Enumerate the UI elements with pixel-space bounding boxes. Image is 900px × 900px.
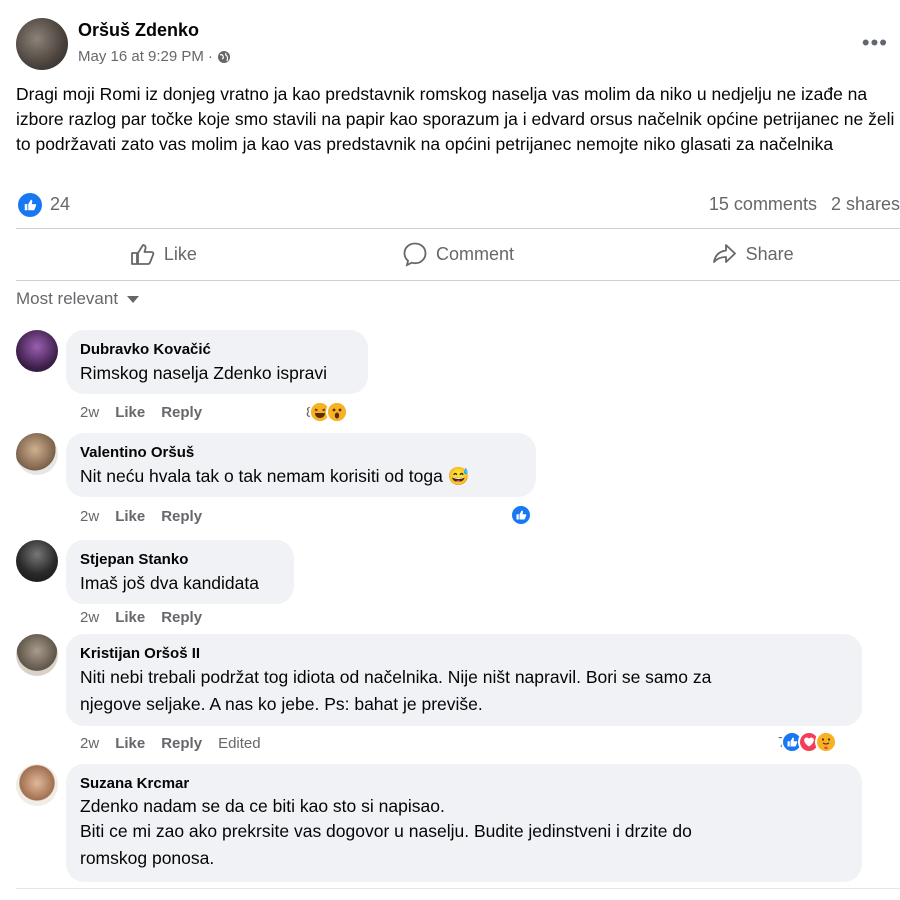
divider-top [16,228,900,229]
globe-icon [217,50,231,64]
comment-item: Suzana Krcmar Zdenko nadam se da ce biti… [16,764,900,884]
comment-like-button[interactable]: Like [115,609,145,626]
comment-bubble: Dubravko Kovačić Rimskog naselja Zdenko … [66,330,368,394]
comment-item: Stjepan Stanko Imaš još dva kandidata 2w… [16,540,900,632]
post-author[interactable]: Oršuš Zdenko [78,20,199,41]
comment-bubble: Valentino Oršuš Nit neću hvala tak o tak… [66,433,536,497]
comment-reactions[interactable]: 8 [306,401,349,423]
comment-actions: 2w Like Reply Edited [80,735,261,752]
comment-bubble: Stjepan Stanko Imaš još dva kandidata [66,540,294,604]
comment-reply-button[interactable]: Reply [161,609,202,626]
comment-actions: 2w Like Reply [80,508,202,525]
like-button[interactable]: Like [16,234,311,274]
comments-count[interactable]: 15 comments [709,194,817,215]
commenter-avatar[interactable] [16,433,58,475]
comment-item: Valentino Oršuš Nit neću hvala tak o tak… [16,433,900,533]
comment-text-line: Biti ce mi zao ako prekrsite vas dogovor… [80,821,692,841]
comment-bubble: Kristijan Oršoš II Niti nebi trebali pod… [66,634,862,726]
comment-sort-dropdown[interactable]: Most relevant [16,289,140,309]
feed-bottom-divider [16,888,900,889]
commenter-name[interactable]: Suzana Krcmar [80,774,846,794]
comment-reactions[interactable]: 7 [778,731,838,753]
comment-text: Rimskog naselja Zdenko ispravi [80,363,328,383]
like-reaction-icon[interactable] [18,193,42,217]
share-button[interactable]: Share [605,234,900,274]
comment-actions: 2w Like Reply [80,404,202,421]
like-reaction-icon [510,504,532,526]
comment-bubble: Suzana Krcmar Zdenko nadam se da ce biti… [66,764,862,882]
meta-separator: · [207,48,213,65]
comment-item: Kristijan Oršoš II Niti nebi trebali pod… [16,634,900,756]
post-meta: May 16 at 9:29 PM · [78,48,231,65]
post-header: Oršuš Zdenko May 16 at 9:29 PM · ••• [16,18,896,74]
thumbs-up-icon [130,242,156,266]
author-avatar[interactable] [16,18,68,70]
commenter-avatar[interactable] [16,330,58,372]
comment-time[interactable]: 2w [80,404,99,421]
comment-text-line: romskog ponosa. [80,848,215,868]
comment-actions: 2w Like Reply [80,609,202,626]
comment-reply-button[interactable]: Reply [161,404,202,421]
comment-button[interactable]: Comment [311,234,606,274]
post-date[interactable]: May 16 at 9:29 PM [78,48,204,65]
sort-label: Most relevant [16,289,119,308]
commenter-avatar[interactable] [16,634,58,676]
edited-label[interactable]: Edited [218,735,261,752]
commenter-name[interactable]: Valentino Oršuš [80,443,520,463]
share-arrow-icon [712,242,738,266]
comment-bubble-icon [402,241,428,267]
comment-button-label: Comment [435,243,515,264]
comment-time[interactable]: 2w [80,735,99,752]
commenter-avatar[interactable] [16,764,58,806]
commenter-avatar[interactable] [16,540,58,582]
post-stats: 24 15 comments 2 shares [16,192,900,218]
comment-text: Imaš još dva kandidata [80,573,259,593]
comment-text-line: Zdenko nadam se da ce biti kao sto si na… [80,796,445,816]
commenter-name[interactable]: Kristijan Oršoš II [80,644,846,664]
care-reaction-icon [815,731,838,753]
wow-reaction-icon [326,401,349,423]
comment-like-button[interactable]: Like [115,735,145,752]
more-options-button[interactable]: ••• [862,30,888,56]
shares-count[interactable]: 2 shares [831,194,900,215]
commenter-name[interactable]: Stjepan Stanko [80,550,278,570]
share-button-label: Share [745,243,794,264]
like-button-label: Like [163,243,197,264]
comment-reactions[interactable] [508,504,532,526]
like-count[interactable]: 24 [50,194,70,215]
comment-item: Dubravko Kovačić Rimskog naselja Zdenko … [16,330,900,426]
comment-like-button[interactable]: Like [115,508,145,525]
divider-bottom [16,280,900,281]
comment-text: Nit neću hvala tak o tak nemam korisiti … [80,466,470,486]
comment-text-line: Niti nebi trebali podržat tog idiota od … [80,667,712,687]
caret-down-icon [126,289,140,309]
comment-time[interactable]: 2w [80,609,99,626]
comment-text-line: njegove seljake. A nas ko jebe. Ps: baha… [80,694,483,714]
post-actions: Like Comment Share [16,234,900,274]
comment-time[interactable]: 2w [80,508,99,525]
comment-reply-button[interactable]: Reply [161,508,202,525]
commenter-name[interactable]: Dubravko Kovačić [80,340,352,360]
comment-like-button[interactable]: Like [115,404,145,421]
post-text: Dragi moji Romi iz donjeg vratno ja kao … [16,84,895,154]
comment-reply-button[interactable]: Reply [161,735,202,752]
